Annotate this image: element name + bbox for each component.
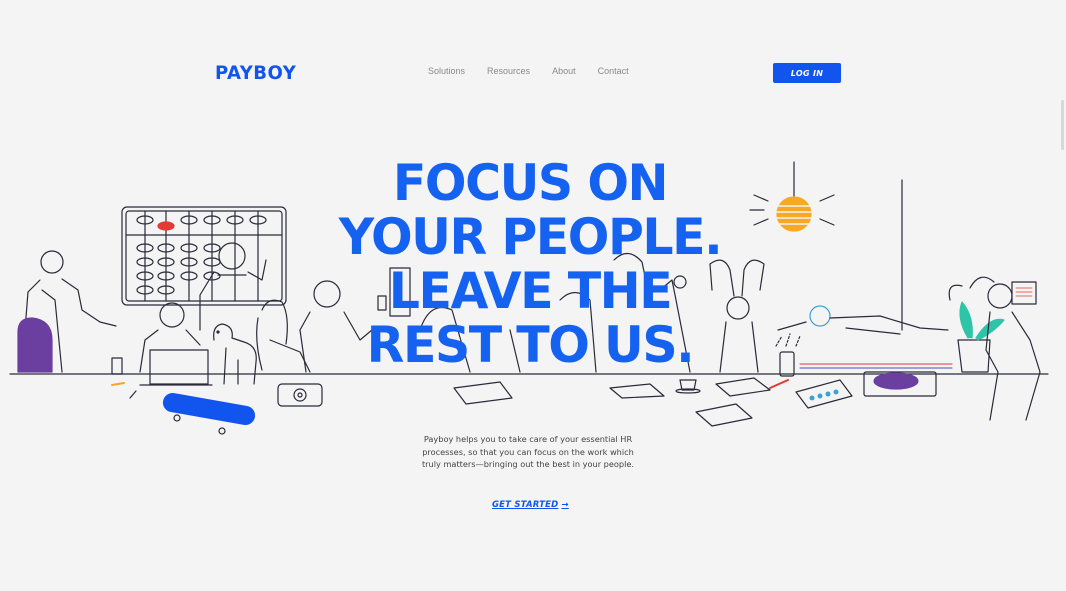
login-button[interactable]: LOG IN [773,63,841,83]
nav-about[interactable]: About [552,66,576,76]
headline-line-1: FOCUS ON [392,154,669,212]
cup-left [111,357,123,375]
hero-headline: FOCUS ON YOUR PEOPLE. LEAVE THE REST TO … [330,156,730,372]
person-right [985,281,1041,421]
planking-person [777,305,953,369]
plant-icon [948,276,1005,373]
arrow-right-icon: → [561,500,569,510]
notebook-icon [769,379,853,409]
headline-line-4: REST TO US. [366,316,695,374]
lamp-icon [749,161,835,232]
person-with-laptop [139,302,213,386]
purple-chair [17,317,53,373]
headline-line-3: LEAVE THE [388,262,673,320]
skateboard-icon [162,392,256,435]
vase [779,351,795,377]
main-nav: Solutions Resources About Contact [428,66,629,76]
man-at-abacus [199,242,267,331]
laptop-icon [149,349,209,385]
nav-resources[interactable]: Resources [487,66,530,76]
woman-long-hair [256,299,311,373]
wall-frame [1011,281,1037,305]
turntable-icon [863,371,937,397]
nav-solutions[interactable]: Solutions [428,66,465,76]
abacus-icon [121,206,287,306]
headline-line-2: YOUR PEOPLE. [338,208,723,266]
hero-description: Payboy helps you to take care of your es… [421,434,635,469]
camera-device-icon [277,383,323,407]
nav-contact[interactable]: Contact [598,66,629,76]
get-started-link[interactable]: GET STARTED → [492,500,569,510]
coffee-cup-icon [675,379,701,394]
brand-logo[interactable]: PAYBOY [215,62,296,84]
get-started-label: GET STARTED [492,500,559,510]
dog-icon [213,323,257,385]
papers [453,377,771,427]
page-scrollbar[interactable] [1061,100,1064,150]
